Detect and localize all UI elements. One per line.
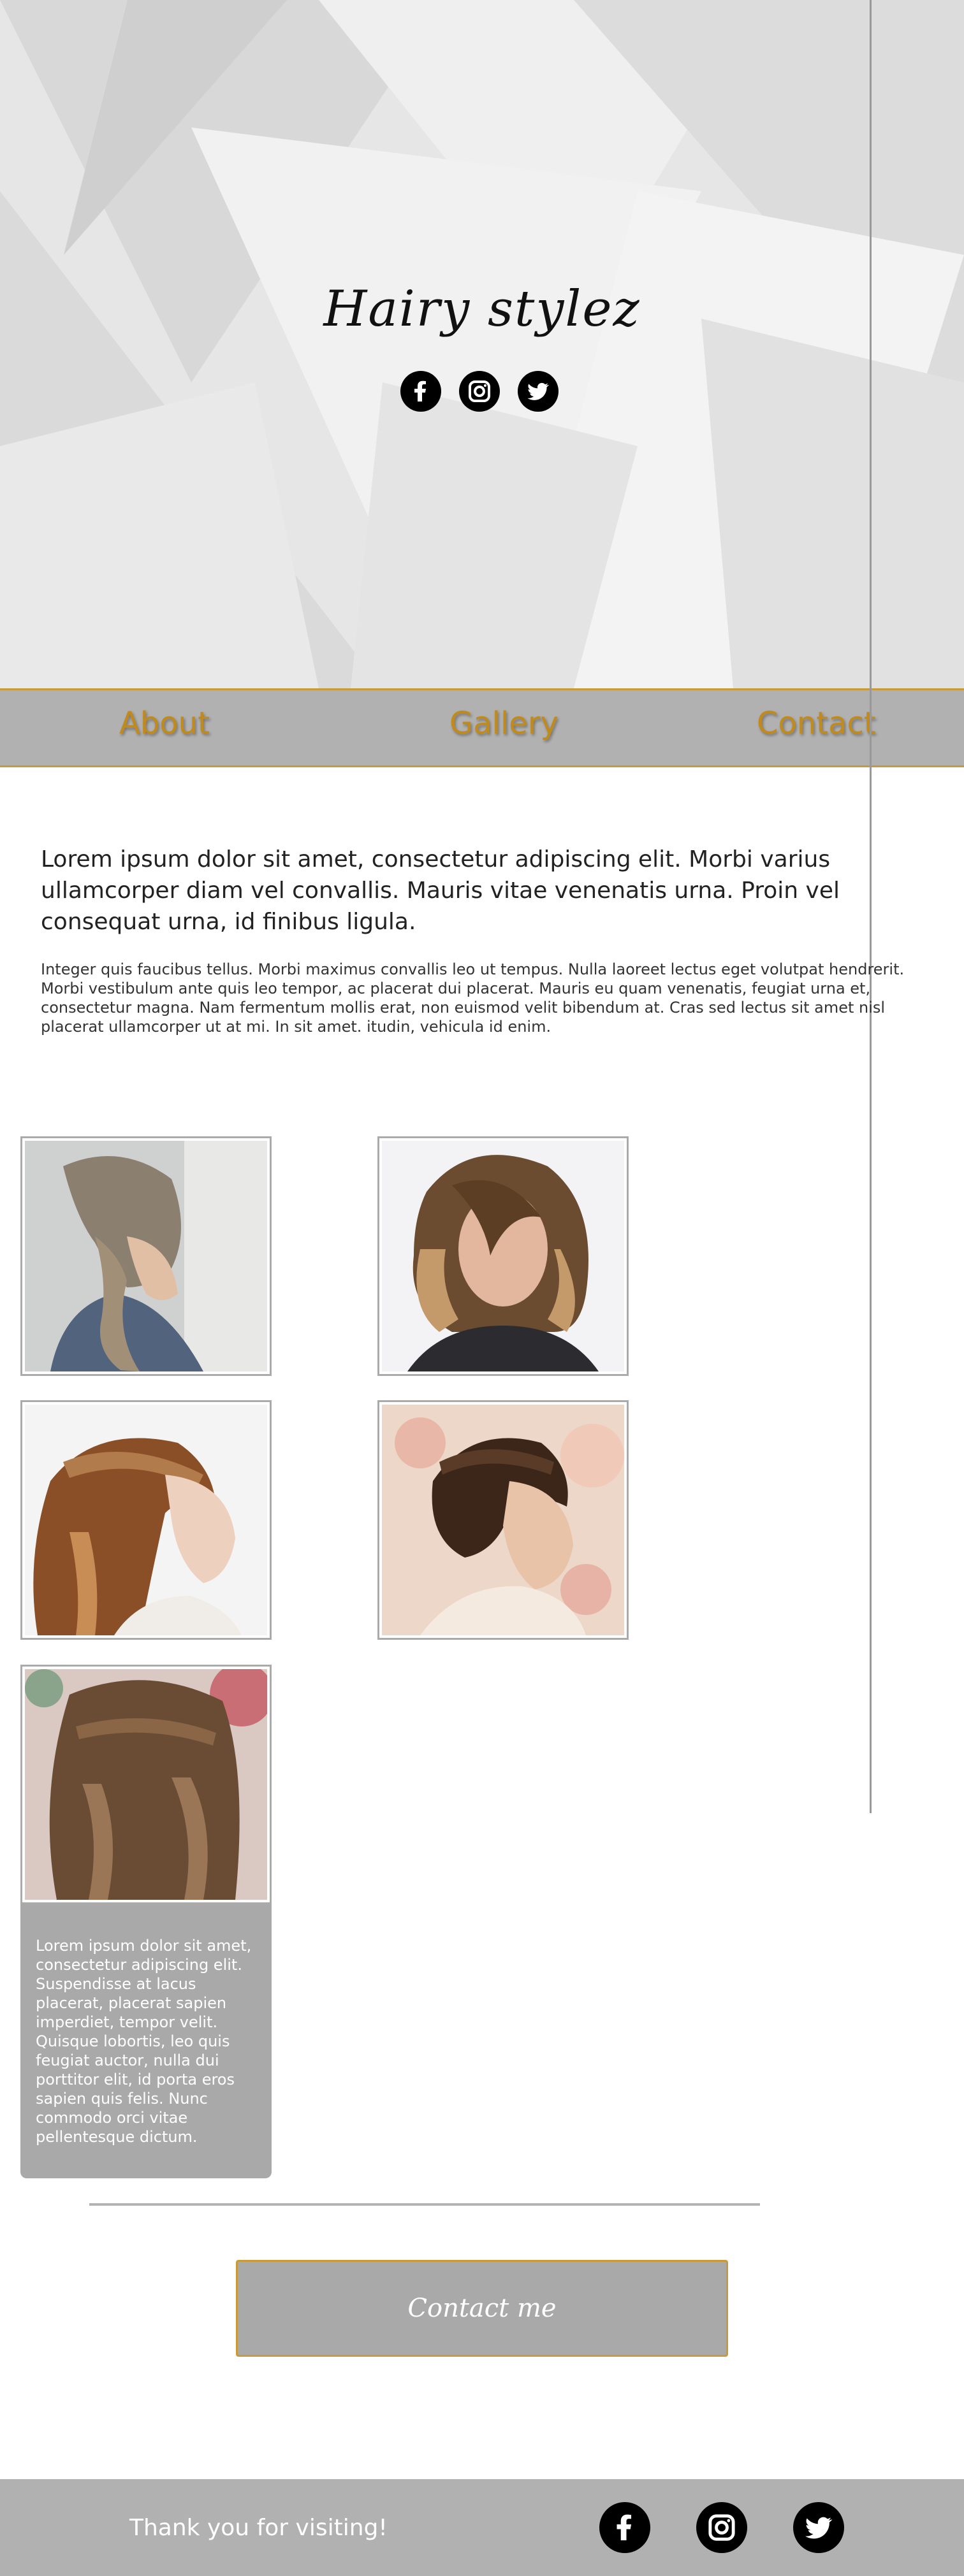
intro-body: Integer quis faucibus tellus. Morbi maxi…: [41, 960, 905, 1036]
gallery-photo[interactable]: [20, 1665, 272, 1904]
instagram-icon[interactable]: [459, 371, 500, 412]
instagram-icon[interactable]: [696, 2502, 747, 2553]
footer: Thank you for visiting!: [0, 2479, 964, 2576]
footer-thanks: Thank you for visiting!: [129, 2515, 388, 2541]
photo-side-braid: [25, 1141, 267, 1371]
twitter-icon[interactable]: [793, 2502, 844, 2553]
facebook-icon[interactable]: [599, 2502, 650, 2553]
photo-crown-braid: [25, 1405, 267, 1635]
gallery-caption: Lorem ipsum dolor sit amet, consectetur …: [20, 1904, 272, 2178]
gallery-photo[interactable]: [20, 1136, 272, 1376]
contact-me-button[interactable]: Contact me: [236, 2260, 728, 2357]
photo-half-up-curls: [25, 1669, 267, 1900]
twitter-icon[interactable]: [518, 371, 559, 412]
facebook-icon[interactable]: [400, 371, 441, 412]
intro-lead: Lorem ipsum dolor sit amet, consectetur …: [41, 846, 840, 935]
main-nav: About Gallery Contact: [0, 688, 964, 767]
section-divider: [89, 2203, 760, 2206]
hero-banner: Hairy stylez: [0, 0, 964, 688]
nav-item-gallery[interactable]: Gallery: [449, 706, 559, 741]
nav-item-contact[interactable]: Contact: [757, 706, 876, 741]
gallery-photo[interactable]: [20, 1400, 272, 1640]
footer-social-links: [599, 2502, 844, 2553]
photo-wavy-bob: [382, 1141, 624, 1371]
gallery-photo[interactable]: [377, 1136, 629, 1376]
photo-braided-pixie: [382, 1405, 624, 1635]
hero-social-links: [400, 371, 559, 412]
hero-background: [0, 0, 964, 688]
site-title: Hairy stylez: [323, 280, 641, 338]
nav-item-about[interactable]: About: [119, 706, 210, 741]
gallery-photo[interactable]: [377, 1400, 629, 1640]
